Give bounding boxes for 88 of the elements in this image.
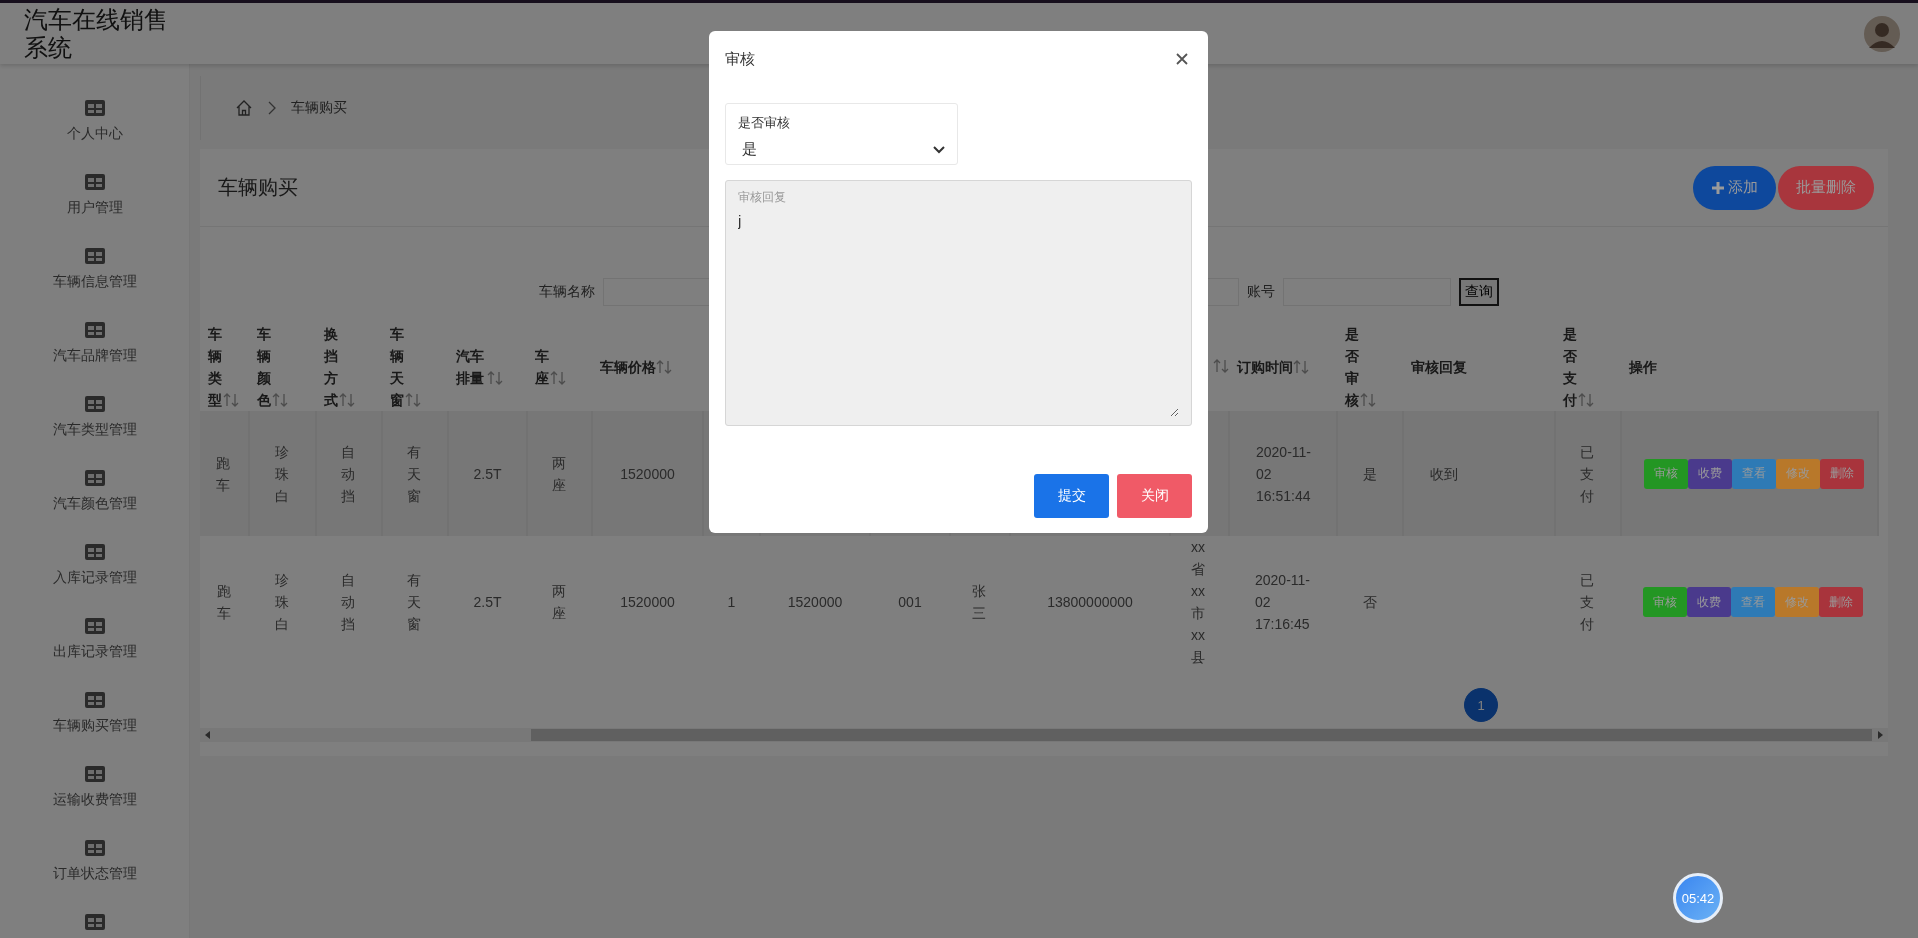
table-cell-text: 两座: [551, 582, 567, 623]
table-cell-text: 有天窗: [407, 571, 423, 634]
breadcrumb-item[interactable]: 车辆购买: [291, 99, 347, 117]
table-cell-text: 13800000000: [1047, 593, 1133, 612]
table-cell-text: 1520000: [787, 593, 843, 612]
sidebar-item[interactable]: 用户管理: [66, 198, 123, 216]
sidebar-item[interactable]: 车辆购买管理: [52, 716, 137, 734]
table-cell-text: 张三: [972, 582, 988, 623]
table-cell-text: 1: [727, 593, 736, 612]
add-button[interactable]: 添加: [1693, 165, 1776, 210]
field-label: 车辆名称: [539, 283, 595, 301]
table-cell-text: 2020-11-02 16:51:44: [1256, 442, 1312, 506]
column-header[interactable]: 车辆天窗: [390, 323, 406, 411]
plus-icon: [1711, 180, 1725, 195]
column-header[interactable]: 是否审核: [1345, 323, 1361, 411]
grid-icon: [84, 914, 105, 930]
sidebar-item[interactable]: 车辆信息管理: [52, 272, 137, 290]
sidebar-item[interactable]: 出库记录管理: [52, 642, 137, 660]
table-cell-text: 2.5T: [473, 464, 502, 484]
close-dialog-button[interactable]: 关闭: [1117, 474, 1192, 518]
avatar: [1862, 13, 1902, 54]
sidebar-item[interactable]: 汽车类型管理: [52, 420, 137, 438]
table-cell-text: 有天窗: [407, 442, 423, 506]
action-button[interactable]: 删除: [1820, 458, 1864, 489]
table-cell-text: 两座: [551, 453, 567, 495]
table-cell-text: 自动挡: [341, 442, 357, 506]
column-header[interactable]: 操作: [1629, 356, 1657, 378]
grid-icon: [84, 692, 105, 708]
grid-icon: [84, 618, 105, 634]
grid-icon: [84, 322, 105, 338]
grid-icon: [84, 174, 105, 190]
field-label: 账号: [1247, 283, 1275, 301]
table-cell-text: 1520000: [620, 464, 675, 484]
table-cell-text: 001: [898, 593, 922, 612]
sidebar-item[interactable]: 个人中心: [66, 124, 123, 142]
batch-delete-button[interactable]: 批量删除: [1778, 165, 1874, 210]
dialog-title: 审核: [725, 49, 755, 69]
scroll-right-icon: [1876, 730, 1884, 740]
app-title: 汽车在线销售系统: [24, 5, 169, 62]
column-header[interactable]: 车辆价格: [600, 356, 656, 378]
submit-button[interactable]: 提交: [1034, 474, 1109, 518]
grid-icon: [84, 840, 105, 856]
column-header[interactable]: 是否支付: [1563, 323, 1579, 411]
column-header[interactable]: 车座: [535, 345, 551, 389]
action-button[interactable]: 收费: [1688, 458, 1732, 489]
action-button[interactable]: 收费: [1687, 587, 1731, 617]
grid-icon: [84, 396, 105, 412]
review-select[interactable]: 是否审核 是: [725, 103, 958, 165]
column-header[interactable]: 车辆类型: [208, 323, 224, 411]
page-title: 车辆购买: [218, 175, 298, 200]
home-icon: [235, 99, 253, 117]
column-header[interactable]: 汽车排量: [456, 345, 487, 389]
table-cell-text: 跑车: [216, 582, 232, 623]
column-header[interactable]: 审核回复: [1411, 356, 1467, 378]
table-cell-text: 2.5T: [473, 593, 502, 612]
table-cell-text: 是: [1363, 464, 1377, 484]
grid-icon: [84, 470, 105, 486]
action-button[interactable]: 删除: [1819, 587, 1863, 617]
grid-icon: [84, 766, 105, 782]
table-cell-text: 收到: [1430, 464, 1458, 484]
table-cell-text: 已支付: [1580, 571, 1596, 634]
grid-icon: [84, 248, 105, 264]
sidebar-item[interactable]: 入库记录管理: [52, 568, 137, 586]
sidebar-item[interactable]: 汽车品牌管理: [52, 346, 137, 364]
chevron-down-icon: [933, 145, 945, 154]
table-cell-text: 跑车: [216, 453, 232, 495]
table-cell-text: 珍珠白: [274, 571, 290, 634]
sidebar-item[interactable]: 运输收费管理: [52, 790, 137, 808]
table-cell-text: 2020-11-02 17:16:45: [1255, 571, 1311, 634]
reply-field[interactable]: 审核回复 j: [725, 180, 1192, 426]
column-header[interactable]: 订购时间: [1237, 356, 1293, 378]
chevron-icon: [267, 101, 277, 115]
table-cell-text: xx省xx市xx县: [1191, 538, 1207, 667]
table-cell-text: 已支付: [1580, 442, 1596, 506]
sidebar-item[interactable]: 订单状态管理: [52, 864, 137, 882]
grid-icon: [84, 544, 105, 560]
table-cell-text: 否: [1363, 593, 1377, 612]
close-icon: [1176, 53, 1188, 65]
table-cell-text: 珍珠白: [274, 442, 290, 506]
column-header[interactable]: 换挡方式: [324, 323, 340, 411]
page-button[interactable]: 1: [1464, 688, 1498, 722]
query-button[interactable]: 查询: [1459, 278, 1499, 306]
table-cell-text: 1520000: [620, 593, 675, 612]
sidebar-item[interactable]: 汽车颜色管理: [52, 494, 137, 512]
column-header[interactable]: 车辆颜色: [257, 323, 273, 411]
scroll-left-icon: [204, 730, 212, 740]
grid-icon: [84, 100, 105, 116]
table-cell-text: 自动挡: [341, 571, 357, 634]
